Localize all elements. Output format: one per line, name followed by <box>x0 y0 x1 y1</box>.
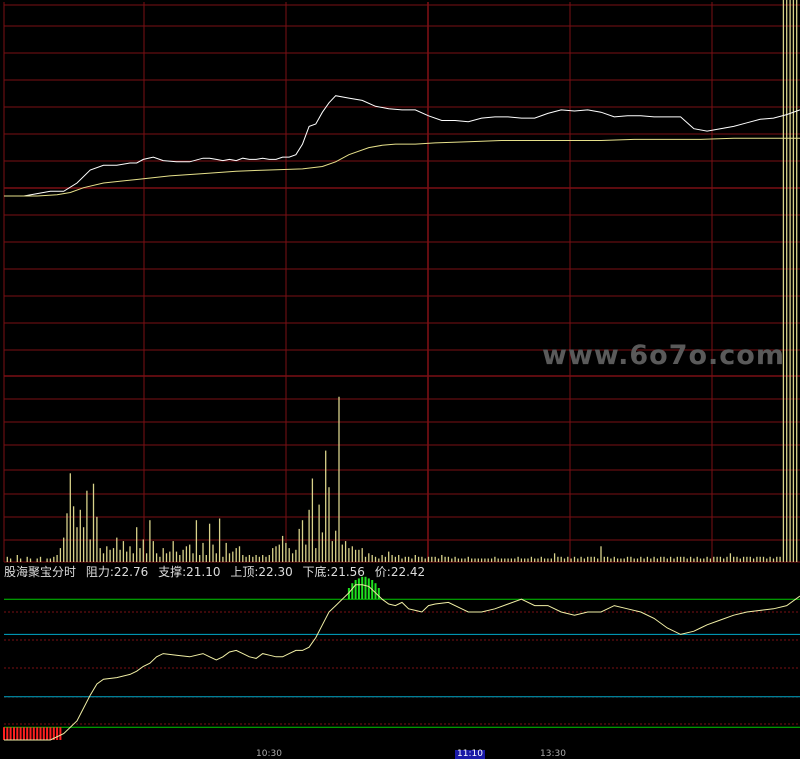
chart-stage <box>0 0 800 755</box>
support-label: 支撑:21.10 <box>158 565 221 579</box>
top-label: 上顶:22.30 <box>230 565 293 579</box>
resistance-label: 阻力:22.76 <box>85 565 149 579</box>
chart-background <box>0 0 800 755</box>
indicator-name: 股海聚宝分时 <box>4 565 77 579</box>
bottom-label: 下底:21.56 <box>302 565 365 579</box>
watermark-text: www.6o7o.com <box>542 340 785 371</box>
price-label: 价:22.42 <box>374 565 426 579</box>
indicator-label-row: 股海聚宝分时 阻力:22.76 支撑:21.10 上顶:22.30 下底:21.… <box>4 564 431 580</box>
